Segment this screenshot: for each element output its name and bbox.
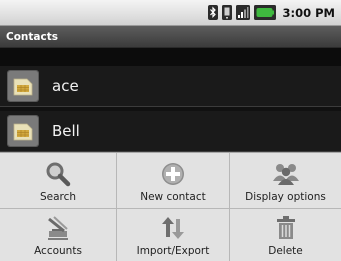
menu-item-label: Accounts [34, 245, 82, 257]
accounts-icon [43, 215, 73, 241]
menu-item-display-options[interactable]: Display options [230, 153, 341, 209]
signal-icon [235, 5, 250, 20]
menu-item-label: Display options [245, 191, 326, 203]
menu-item-label: Delete [268, 245, 303, 257]
contact-name: ace [52, 77, 79, 95]
contact-name: Bell [52, 122, 80, 140]
menu-item-accounts[interactable]: Accounts [0, 209, 117, 261]
list-spacer [0, 48, 341, 66]
app-title-bar: Contacts [0, 26, 341, 48]
contact-avatar-icon [7, 70, 39, 102]
contacts-list: ace Bell [0, 48, 341, 152]
clock-time: 3:00 PM [282, 5, 335, 20]
vibrate-icon [221, 5, 232, 20]
import-export-icon [158, 215, 188, 241]
contact-row[interactable]: Bell [0, 111, 341, 152]
options-menu: Search New contact Display options Accou… [0, 152, 341, 261]
page-title: Contacts [6, 30, 58, 43]
contact-row[interactable]: ace [0, 66, 341, 107]
menu-item-label: New contact [140, 191, 206, 203]
add-contact-icon [158, 161, 188, 187]
menu-item-label: Import/Export [136, 245, 210, 257]
menu-item-import-export[interactable]: Import/Export [117, 209, 230, 261]
contact-avatar-icon [7, 115, 39, 147]
trash-icon [271, 215, 301, 241]
menu-item-new-contact[interactable]: New contact [117, 153, 230, 209]
bluetooth-icon [207, 5, 218, 20]
people-icon [271, 161, 301, 187]
menu-item-label: Search [39, 191, 77, 203]
menu-item-delete[interactable]: Delete [230, 209, 341, 261]
status-bar: 3:00 PM [0, 0, 341, 26]
battery-icon [253, 5, 276, 20]
search-icon [43, 161, 73, 187]
menu-item-search[interactable]: Search [0, 153, 117, 209]
